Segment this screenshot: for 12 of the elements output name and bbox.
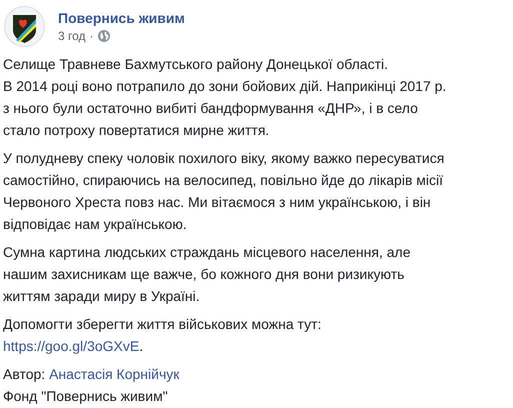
- post-paragraph: Допомогти зберегти життя військових можна тут: https://goo.gl/3oGXvE.: [3, 315, 322, 356]
- page-name-link[interactable]: Повернись живим: [58, 10, 185, 26]
- donation-link[interactable]: https://goo.gl/3oGXvE: [3, 338, 140, 354]
- avatar-icon[interactable]: [4, 6, 45, 47]
- post-paragraph: Селище Травневе Бахмутського району Донецької області. В 2014 році воно потрапило до зони бойових дій. Наприкінці 2017 р. з нього були остаточно вибиті бандформування «ДНР», і в село стало потроху повертатися мирне життя.: [3, 55, 448, 140]
- post-paragraph: Сумна картина людських страждань місцевого населення, але нашим захисникам ще важче, бо кожного дня вони ризикують життям заради миру в Україні.: [3, 243, 412, 306]
- globe-icon: [98, 30, 110, 42]
- author-link[interactable]: Анастасія Корнійчук: [49, 366, 180, 382]
- separator: ·: [90, 29, 94, 43]
- post-paragraph: У полудневу спеку чоловік похилого віку, якому важко пересуватися самостійно, спираючись на велосипед, повільно йде до лікарів місії Червоного Хреста повз нас. Ми вітаємося з ним українською, і він відповідає нам українською.: [3, 149, 446, 234]
- author-credit: Автор: Анастасія Корнійчук Фонд "Повернись живим": [3, 365, 180, 406]
- post-time[interactable]: 3 год: [58, 29, 86, 43]
